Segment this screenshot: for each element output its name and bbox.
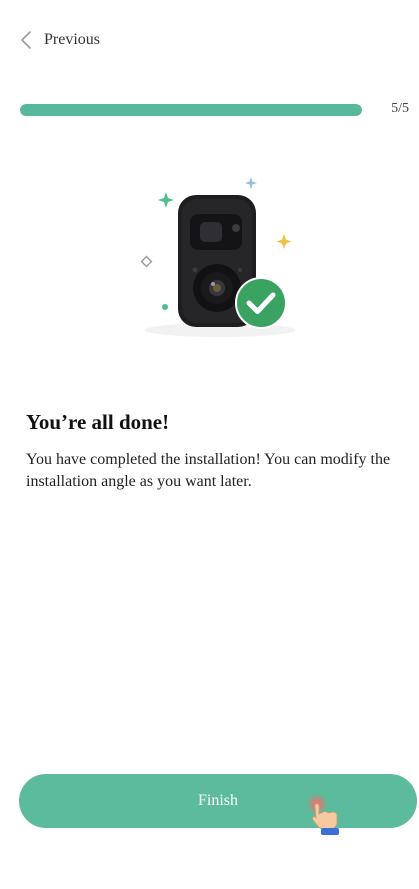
progress-track xyxy=(20,104,362,116)
checkmark-badge-icon xyxy=(235,277,287,329)
sparkle-icon xyxy=(276,234,292,249)
diamond-icon xyxy=(140,255,153,268)
pointing-hand-icon xyxy=(308,795,339,835)
top-bar: Previous xyxy=(0,0,419,80)
camera-illustration xyxy=(140,177,295,337)
page-description: You have completed the installation! You… xyxy=(26,451,391,490)
page-title: You’re all done! xyxy=(26,410,170,434)
back-button[interactable]: Previous xyxy=(20,28,100,52)
progress-bar xyxy=(20,104,362,116)
sparkle-icon xyxy=(158,192,174,208)
progress-counter: 5/5 xyxy=(391,101,409,116)
back-label: Previous xyxy=(44,31,100,48)
dot-icon xyxy=(162,304,168,310)
chevron-left-icon xyxy=(21,31,31,49)
finish-button[interactable]: Finish xyxy=(19,774,417,828)
finish-button-label: Finish xyxy=(197,792,238,809)
progress-fill xyxy=(20,104,362,116)
sparkle-icon xyxy=(245,177,257,189)
